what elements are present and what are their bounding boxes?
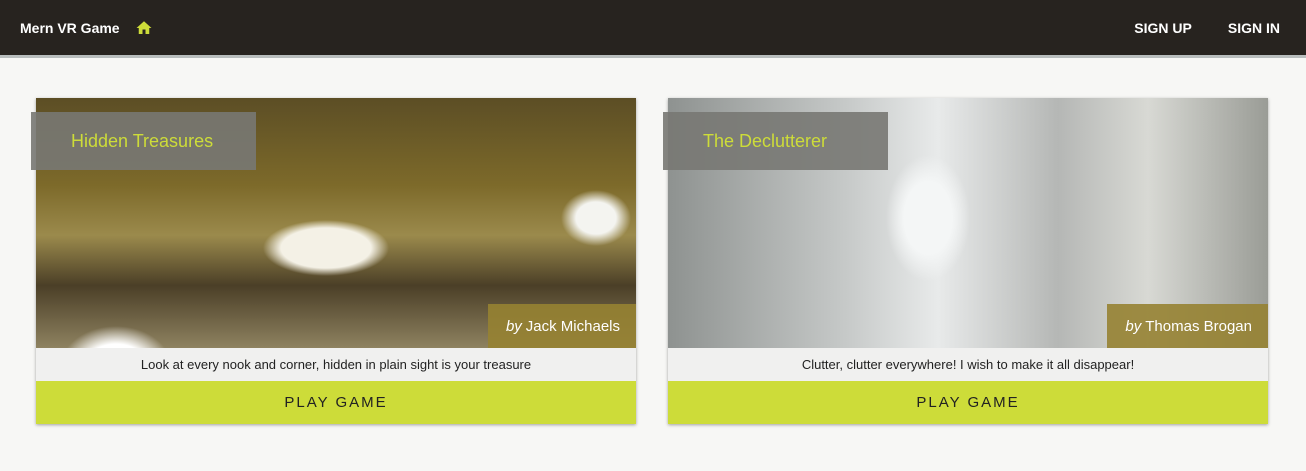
sign-up-link[interactable]: SIGN UP: [1134, 20, 1192, 36]
game-description: Look at every nook and corner, hidden in…: [36, 348, 636, 381]
sign-in-link[interactable]: SIGN IN: [1228, 20, 1280, 36]
author-name: Jack Michaels: [525, 317, 620, 335]
by-label: by: [505, 317, 522, 335]
game-author: by Jack Michaels: [487, 304, 636, 348]
home-icon[interactable]: [134, 19, 154, 37]
game-title: The Declutterer: [663, 112, 888, 170]
play-game-button[interactable]: PLAY GAME: [36, 381, 636, 424]
app-bar: Mern VR Game SIGN UP SIGN IN: [0, 0, 1306, 58]
app-title: Mern VR Game: [20, 19, 120, 36]
game-card: The Declutterer by Thomas Brogan Clutter,…: [663, 98, 1268, 424]
by-label: by: [1125, 317, 1142, 335]
game-title: Hidden Treasures: [31, 112, 256, 170]
game-author: by Thomas Brogan: [1107, 304, 1268, 348]
author-name: Thomas Brogan: [1145, 317, 1252, 335]
game-description: Clutter, clutter everywhere! I wish to m…: [668, 348, 1268, 381]
game-card: Hidden Treasures by Jack Michaels Look at…: [31, 98, 636, 424]
nav-links: SIGN UP SIGN IN: [1124, 0, 1306, 55]
play-game-button[interactable]: PLAY GAME: [668, 381, 1268, 424]
